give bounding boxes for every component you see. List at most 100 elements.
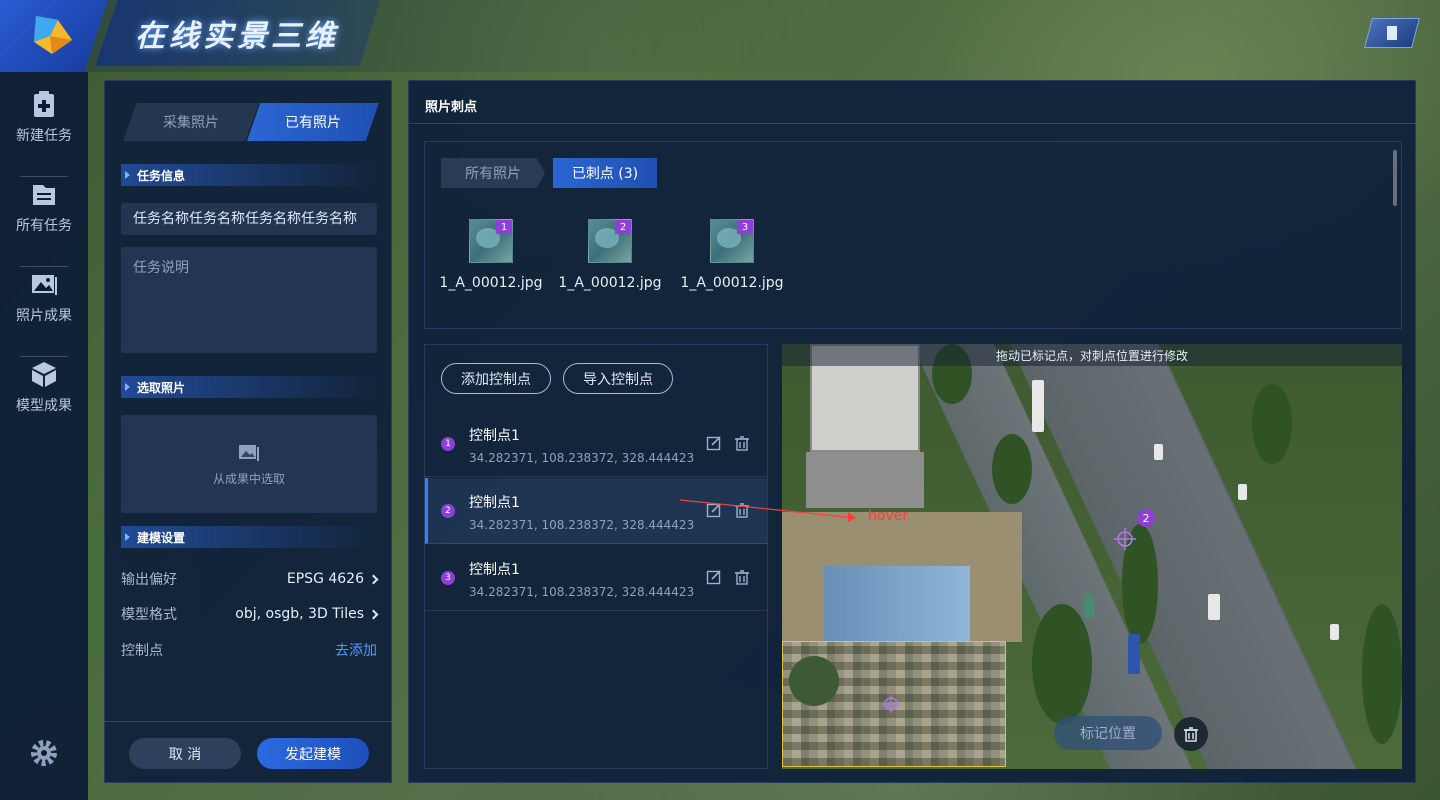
nav-label: 所有任务	[16, 218, 72, 234]
cube-icon	[32, 362, 56, 387]
trash-icon	[1184, 727, 1198, 742]
cp-name: 控制点1	[469, 428, 520, 444]
cp-coords: 34.282371, 108.238372, 328.444423	[469, 518, 695, 532]
thumb-filename: 1_A_00012.jpg	[439, 275, 543, 291]
nav-new-task[interactable]: 新建任务	[0, 72, 88, 162]
add-control-link[interactable]: 去添加	[335, 640, 377, 660]
section-build-settings: 建模设置	[121, 526, 377, 548]
chevron-right-icon	[368, 574, 379, 584]
tab-pricked[interactable]: 已刺点 (3)	[553, 158, 657, 188]
photo-icon	[239, 444, 259, 461]
cp-badge: 2	[441, 504, 455, 518]
thumb-image: 2	[588, 219, 632, 263]
thumb-badge: 1	[496, 220, 512, 234]
setting-output-pref[interactable]: 输出偏好 EPSG 4626	[121, 567, 379, 591]
add-control-point-button[interactable]: 添加控制点	[441, 363, 551, 394]
photo-strip: 所有照片 已刺点 (3) 1 1_A_00012.jpg 2 1_A_00012…	[424, 141, 1402, 329]
tab-existing-photos[interactable]: 已有照片	[247, 103, 379, 141]
map-vehicle	[1128, 634, 1140, 674]
cp-coords: 34.282371, 108.238372, 328.444423	[469, 585, 695, 599]
nav-label: 新建任务	[16, 128, 72, 144]
task-name-field[interactable]: 任务名称任务名称任务名称任务名称	[121, 203, 377, 235]
trash-icon[interactable]	[734, 569, 750, 585]
thumb-filename: 1_A_00012.jpg	[680, 275, 784, 291]
map-vehicle	[1084, 594, 1094, 618]
footer-divider	[105, 721, 393, 722]
map-tree	[1252, 384, 1292, 464]
left-panel: 采集照片 已有照片 任务信息 任务名称任务名称任务名称任务名称 任务说明 选取照…	[104, 80, 393, 783]
thumb-image: 3	[710, 219, 754, 263]
photo-viewer[interactable]: 拖动已标记点，对刺点位置进行修改 2 标记位置	[782, 344, 1402, 769]
trash-icon[interactable]	[734, 435, 750, 451]
map-tree	[1032, 604, 1092, 724]
cancel-button[interactable]: 取 消	[129, 738, 241, 769]
pick-label: 从成果中选取	[212, 471, 285, 486]
pick-from-results[interactable]: 从成果中选取	[121, 415, 377, 513]
setting-model-format[interactable]: 模型格式 obj, osgb, 3D Tiles	[121, 602, 379, 626]
gear-icon[interactable]	[29, 738, 59, 768]
nav-model-results[interactable]: 模型成果	[0, 342, 88, 432]
map-vehicle	[1208, 594, 1220, 620]
setting-value: EPSG 4626	[286, 571, 364, 587]
control-point-row[interactable]: 3 控制点1 34.282371, 108.238372, 328.444423	[425, 545, 767, 611]
delete-mark-button[interactable]	[1174, 717, 1208, 751]
edit-icon[interactable]	[706, 569, 722, 585]
photo-icon	[32, 275, 57, 295]
zoom-inset	[782, 641, 1006, 767]
map-vehicle	[1238, 484, 1247, 500]
setting-label: 模型格式	[121, 607, 177, 623]
side-nav: 新建任务 所有任务 照片成果 模型成果	[0, 72, 88, 800]
crosshair-icon[interactable]	[1113, 527, 1137, 551]
thumb-image: 1	[469, 219, 513, 263]
nav-label: 模型成果	[16, 398, 72, 414]
cp-name: 控制点1	[469, 562, 520, 578]
nav-label: 照片成果	[16, 308, 72, 324]
control-point-row[interactable]: 1 控制点1 34.282371, 108.238372, 328.444423	[425, 411, 767, 477]
thumb-badge: 2	[615, 220, 631, 234]
map-tree	[992, 434, 1032, 504]
photo-source-tabs: 采集照片 已有照片	[123, 103, 379, 141]
photo-thumb[interactable]: 2 1_A_00012.jpg	[550, 219, 670, 291]
setting-value: obj, osgb, 3D Tiles	[235, 606, 364, 622]
hover-annotation: hover	[868, 508, 909, 524]
map-tip: 拖动已标记点，对刺点位置进行修改	[782, 344, 1402, 366]
thumb-badge: 3	[737, 220, 753, 234]
photo-thumb[interactable]: 1 1_A_00012.jpg	[431, 219, 551, 291]
mark-position-button[interactable]: 标记位置	[1054, 716, 1162, 750]
clipboard-plus-icon	[34, 91, 54, 117]
nav-all-tasks[interactable]: 所有任务	[0, 162, 88, 252]
logo-icon	[34, 16, 72, 54]
thumb-filename: 1_A_00012.jpg	[558, 275, 662, 291]
setting-label: 控制点	[121, 643, 163, 659]
chevron-right-icon	[368, 609, 379, 619]
right-panel: 照片刺点 所有照片 已刺点 (3) 1 1_A_00012.jpg 2 1_A_…	[408, 80, 1417, 783]
cp-coords: 34.282371, 108.238372, 328.444423	[469, 451, 695, 465]
fullscreen-button[interactable]	[1363, 18, 1421, 48]
section-select-photos: 选取照片	[121, 376, 377, 398]
photo-thumb[interactable]: 3 1_A_00012.jpg	[672, 219, 792, 291]
title-divider	[409, 123, 1417, 124]
list-doc-icon	[33, 185, 55, 205]
control-point-marker[interactable]: 2	[1137, 509, 1155, 527]
task-desc-field[interactable]: 任务说明	[121, 247, 377, 353]
setting-label: 输出偏好	[121, 572, 177, 588]
edit-icon[interactable]	[706, 435, 722, 451]
start-modeling-button[interactable]: 发起建模	[257, 738, 369, 769]
map-vehicle	[1330, 624, 1339, 640]
map-building	[824, 566, 970, 646]
import-control-point-button[interactable]: 导入控制点	[563, 363, 673, 394]
nav-photo-results[interactable]: 照片成果	[0, 252, 88, 342]
tab-collect-photos[interactable]: 采集照片	[123, 103, 259, 141]
scrollbar[interactable]	[1393, 150, 1397, 206]
section-task-info: 任务信息	[121, 164, 377, 186]
annotation-arrow	[679, 499, 857, 522]
cp-badge: 3	[441, 571, 455, 585]
cp-name: 控制点1	[469, 495, 520, 511]
setting-control-points: 控制点 去添加	[121, 638, 377, 662]
map-vehicle	[1154, 444, 1163, 460]
control-point-list: 添加控制点 导入控制点 1 控制点1 34.282371, 108.238372…	[424, 344, 768, 769]
window-icon	[1387, 26, 1397, 40]
cp-badge: 1	[441, 437, 455, 451]
tab-all-photos[interactable]: 所有照片	[441, 158, 545, 188]
crosshair-icon	[882, 695, 900, 713]
